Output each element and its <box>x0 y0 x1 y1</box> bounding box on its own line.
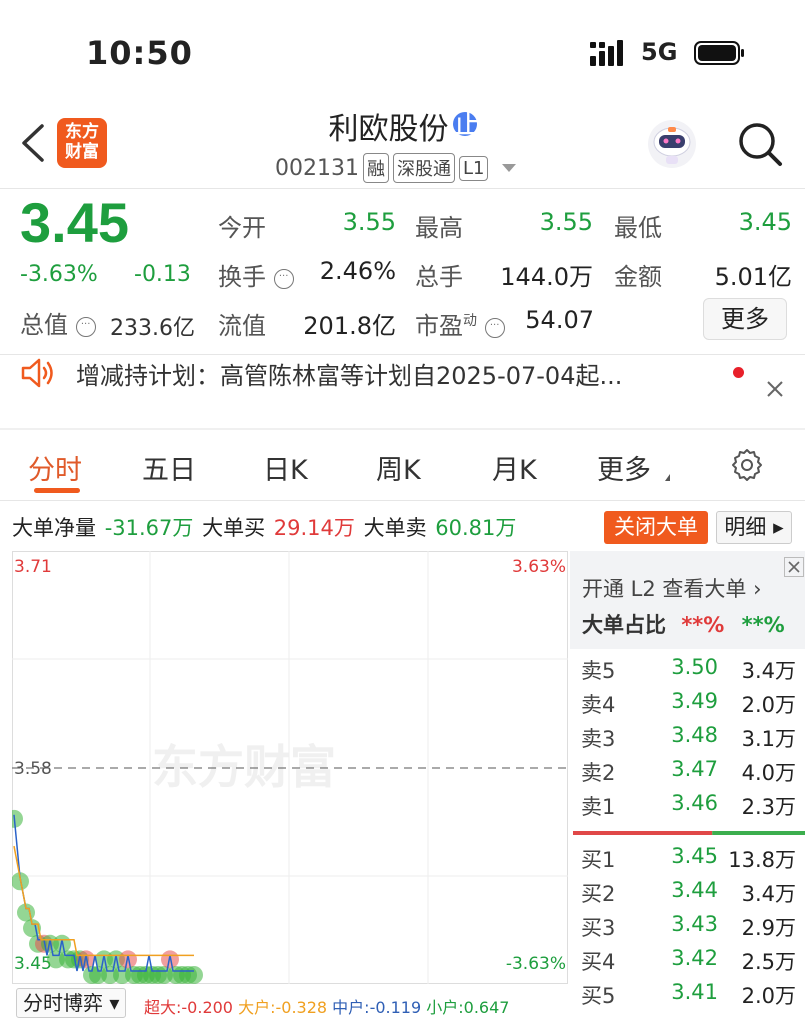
notice-text[interactable]: 增减持计划：高管陈林富等计划自2025-07-04起... <box>76 356 622 391</box>
verified-badge: 正 <box>452 106 483 141</box>
fund-flow-stats: 超大:-0.200 大户:-0.328 中户:-0.119 小户:0.647 <box>144 998 510 1017</box>
status-bar: 10:50 5G <box>0 0 805 100</box>
unread-dot <box>733 367 744 378</box>
large-buy-value: 29.14万 <box>273 516 355 540</box>
market-cap-value: 233.6亿 <box>110 316 195 341</box>
search-icon[interactable] <box>736 120 784 168</box>
ask-row[interactable]: 卖5 3.50 3.4万 <box>570 655 805 689</box>
bid-row[interactable]: 买1 3.45 13.8万 <box>570 844 805 878</box>
bid-row[interactable]: 买2 3.44 3.4万 <box>570 878 805 912</box>
corner-triangle-icon <box>665 474 670 481</box>
high-value: 3.55 <box>539 208 593 236</box>
active-tab-indicator <box>34 488 80 493</box>
low-label: 最低 <box>614 214 662 242</box>
chevron-down-icon[interactable] <box>502 164 517 172</box>
float-cap-label: 流值 <box>218 312 266 340</box>
pe-label[interactable]: 市盈动 ··· <box>415 306 505 341</box>
quote-divider <box>0 354 805 355</box>
y-top-label: 3.71 <box>14 557 52 577</box>
small-holder-value: 0.647 <box>463 998 510 1017</box>
tab-weekly-k[interactable]: 周K <box>376 448 421 487</box>
header-divider <box>0 188 805 189</box>
bid-row[interactable]: 买3 3.43 2.9万 <box>570 912 805 946</box>
pct-top-label: 3.63% <box>512 557 566 577</box>
tab-daily-k[interactable]: 日K <box>263 448 308 487</box>
change-amount: -0.13 <box>134 262 191 287</box>
mid-holder-value: -0.119 <box>369 998 422 1017</box>
close-large-orders-button[interactable]: 关闭大单 <box>604 511 708 544</box>
super-large-value: -0.200 <box>181 998 233 1017</box>
ask-row[interactable]: 卖4 3.49 2.0万 <box>570 689 805 723</box>
high-label: 最高 <box>415 214 463 242</box>
low-value: 3.45 <box>738 208 792 236</box>
ask-row[interactable]: 卖1 3.46 2.3万 <box>570 791 805 825</box>
open-value: 3.55 <box>342 208 396 236</box>
y-mid-label: 3.58 <box>14 759 52 779</box>
tabs-divider <box>0 500 805 501</box>
volume-label: 总手 <box>415 263 463 291</box>
bid-row[interactable]: 买5 3.41 2.0万 <box>570 980 805 1014</box>
y-bottom-label: 3.45 <box>14 954 52 974</box>
stock-code: 002131 <box>275 155 359 181</box>
notice-divider <box>0 428 805 430</box>
close-icon[interactable] <box>762 376 788 402</box>
tab-monthly-k[interactable]: 月K <box>492 448 537 487</box>
close-icon[interactable] <box>784 557 804 577</box>
market-cap-label[interactable]: 总值 ··· <box>20 305 96 340</box>
change-percent: -3.63% <box>20 262 98 287</box>
info-dots-icon[interactable]: ··· <box>75 317 96 337</box>
speaker-icon <box>21 358 53 388</box>
amount-value: 5.01亿 <box>714 263 792 291</box>
info-dots-icon[interactable]: ··· <box>273 269 294 289</box>
details-button[interactable]: 明细 ▸ <box>716 511 792 544</box>
chart-mode-select[interactable]: 分时博弈 ▾ <box>16 988 127 1018</box>
cellular-signal-icon <box>590 40 623 66</box>
ask-row[interactable]: 卖3 3.48 3.1万 <box>570 723 805 757</box>
connect-tag: 深股通 <box>392 153 455 183</box>
open-label: 今开 <box>218 214 266 242</box>
large-order-summary: 大单净量 -31.67万 大单买 29.14万 大单卖 60.81万 <box>12 516 517 540</box>
ask-row[interactable]: 卖2 3.47 4.0万 <box>570 757 805 791</box>
turnover-label[interactable]: 换手 ··· <box>218 257 294 292</box>
current-price: 3.45 <box>20 191 129 254</box>
network-type: 5G <box>641 38 678 66</box>
status-time: 10:50 <box>86 34 193 72</box>
tab-more[interactable]: 更多 <box>597 448 651 487</box>
stock-code-row[interactable]: 002131 融 深股通 L1 <box>275 152 517 184</box>
watermark: 东方财富 <box>152 740 336 794</box>
turnover-value: 2.46% <box>319 257 396 285</box>
info-dots-icon[interactable]: ··· <box>484 318 505 338</box>
chart-footer: 分时博弈 ▾ 超大:-0.200 大户:-0.328 中户:-0.119 小户:… <box>12 984 568 1024</box>
large-order-bubble <box>185 966 203 984</box>
tab-five-day[interactable]: 五日 <box>142 448 196 487</box>
level-tag: L1 <box>458 155 489 181</box>
net-large-value: -31.67万 <box>104 516 194 540</box>
large-order-bubble <box>119 950 137 969</box>
order-book-panel: 开通 L2 查看大单 › 大单占比 **% **% 卖5 3.50 3.4万 卖4 3… <box>570 551 805 1024</box>
gear-icon[interactable] <box>729 447 765 483</box>
margin-tag: 融 <box>362 153 389 183</box>
bid-ask-split-bar <box>573 831 805 835</box>
pct-bottom-label: -3.63% <box>506 954 566 974</box>
tab-intraday[interactable]: 分时 <box>28 448 82 487</box>
assistant-robot-icon[interactable] <box>646 118 698 170</box>
more-quote-button[interactable]: 更多 <box>703 298 787 340</box>
amount-label: 金额 <box>614 263 662 291</box>
open-l2-link[interactable]: 开通 L2 查看大单 › <box>582 573 762 603</box>
large-order-bubble <box>53 934 71 953</box>
pe-value: 54.07 <box>525 306 594 334</box>
volume-value: 144.0万 <box>500 263 593 291</box>
bid-row[interactable]: 买4 3.42 2.5万 <box>570 946 805 980</box>
large-order-bubble <box>161 950 179 969</box>
large-order-ratio: 大单占比 **% **% <box>582 613 785 637</box>
intraday-chart[interactable]: 东方财富 3.71 3.58 3.45 3.63% -3.63% <box>12 551 568 984</box>
battery-icon <box>694 41 744 65</box>
large-sell-value: 60.81万 <box>435 516 517 540</box>
stock-name: 利欧股份 <box>328 112 449 147</box>
float-cap-value: 201.8亿 <box>303 312 396 340</box>
large-holder-value: -0.328 <box>275 998 328 1017</box>
